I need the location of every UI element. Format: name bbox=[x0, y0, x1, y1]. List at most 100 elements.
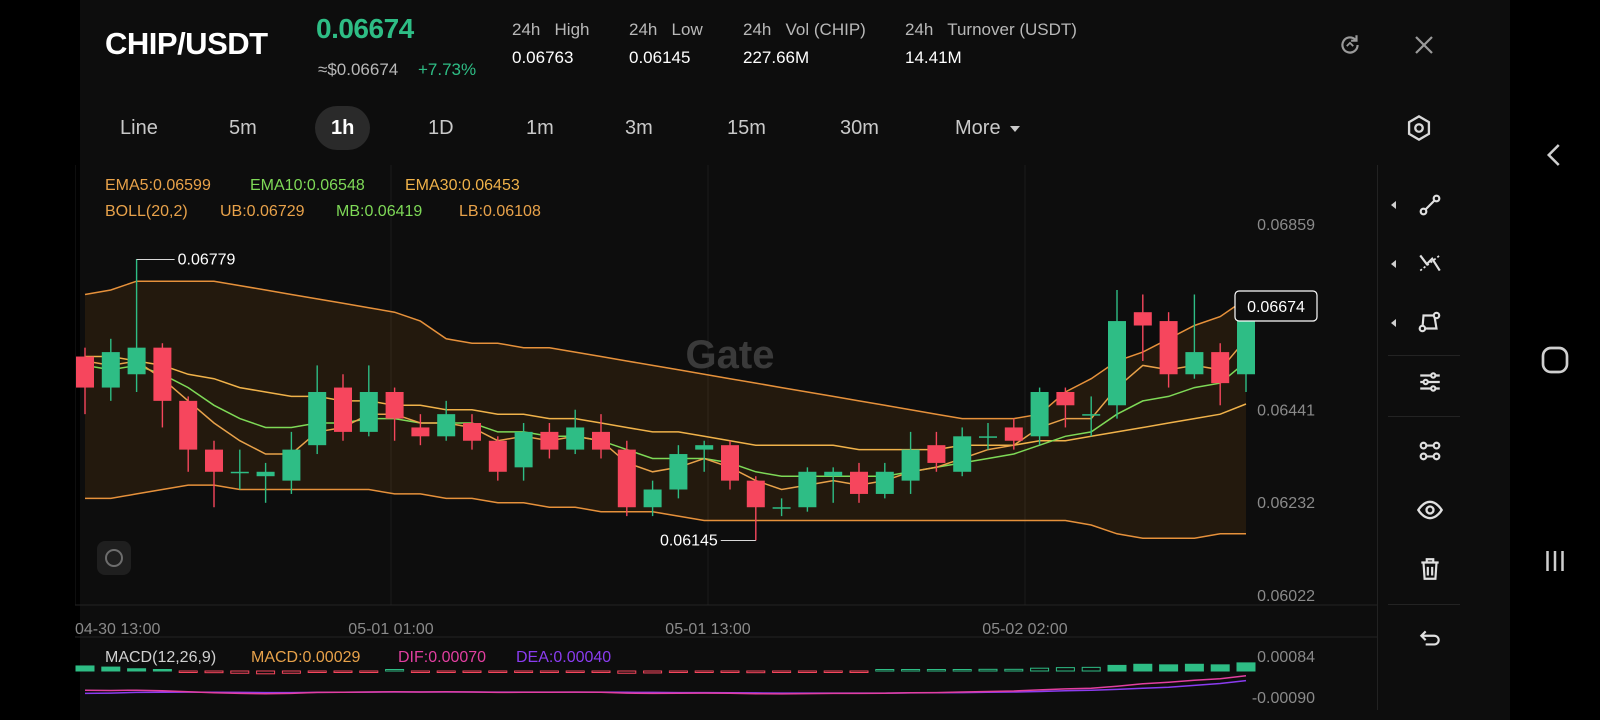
candle-body bbox=[566, 427, 585, 450]
macd-value: MACD:0.00029 bbox=[251, 649, 360, 666]
macd-histogram-bar bbox=[230, 670, 250, 674]
stat-volume-value: 227.66M bbox=[743, 48, 810, 67]
candle-body bbox=[463, 423, 481, 441]
tab-30m[interactable]: 30m bbox=[824, 106, 895, 150]
delete-icon[interactable] bbox=[1412, 551, 1448, 587]
dif-value: DIF:0.00070 bbox=[398, 649, 486, 666]
tab-15m[interactable]: 15m bbox=[711, 106, 782, 150]
shape-tool-icon[interactable] bbox=[1412, 304, 1448, 340]
macd-histogram-bar bbox=[617, 670, 637, 674]
trend-tool-icon[interactable] bbox=[1412, 245, 1448, 281]
macd-histogram-bar bbox=[668, 670, 688, 673]
candle-body bbox=[153, 347, 172, 401]
macd-histogram-bar bbox=[307, 670, 327, 673]
candle-body bbox=[721, 445, 739, 481]
macd-histogram-bar bbox=[1004, 668, 1024, 672]
macd-histogram-bar bbox=[565, 670, 585, 673]
macd-histogram-bar bbox=[204, 670, 224, 674]
candle-body bbox=[334, 387, 352, 432]
macd-histogram-bar bbox=[849, 670, 869, 673]
back-icon[interactable] bbox=[1530, 130, 1580, 180]
candle-body bbox=[437, 414, 456, 437]
candle-body bbox=[514, 431, 533, 468]
candle-body bbox=[617, 449, 636, 508]
x-axis-tick: 04-30 13:00 bbox=[75, 621, 161, 638]
candle-body bbox=[540, 431, 559, 450]
pair-title: CHIP/USDT bbox=[105, 26, 268, 61]
refresh-icon[interactable] bbox=[1335, 30, 1365, 60]
tab-5m[interactable]: 5m bbox=[213, 106, 273, 150]
candle-body bbox=[1159, 321, 1178, 375]
boll-label: BOLL(20,2) bbox=[105, 203, 188, 220]
tab-3m[interactable]: 3m bbox=[609, 106, 669, 150]
candle-body bbox=[488, 440, 507, 472]
candle-body bbox=[1004, 427, 1023, 441]
macd-histogram-bar bbox=[514, 670, 534, 673]
low-marker-label: 0.06145 bbox=[660, 532, 718, 549]
boll-band-fill bbox=[85, 281, 1246, 539]
macd-histogram-bar bbox=[1107, 664, 1127, 672]
macd-axis-tick: 0.00084 bbox=[1257, 649, 1315, 666]
tab-more[interactable]: More bbox=[939, 106, 1036, 150]
rotate-view-button bbox=[97, 541, 131, 575]
undo-icon[interactable] bbox=[1412, 621, 1448, 657]
macd-histogram-bar bbox=[410, 670, 430, 673]
candle-body bbox=[385, 391, 404, 419]
macd-histogram-bar bbox=[281, 670, 301, 674]
home-icon[interactable] bbox=[1530, 335, 1580, 385]
close-icon[interactable] bbox=[1409, 30, 1439, 60]
drawing-toolbar bbox=[1377, 165, 1471, 710]
macd-histogram-bar bbox=[1210, 664, 1230, 672]
macd-histogram-bar bbox=[591, 670, 611, 673]
x-axis-tick: 05-01 13:00 bbox=[665, 621, 751, 638]
macd-histogram-bar bbox=[643, 670, 663, 674]
macd-histogram-bar bbox=[720, 670, 740, 673]
toolbar-divider bbox=[1388, 355, 1460, 356]
candle-body bbox=[850, 471, 868, 494]
tab-1m[interactable]: 1m bbox=[510, 106, 570, 150]
price-change: +7.73% bbox=[418, 60, 477, 79]
candle-body bbox=[411, 427, 430, 437]
tab-1d[interactable]: 1D bbox=[412, 106, 470, 150]
indicator-settings-icon[interactable] bbox=[1412, 364, 1448, 400]
candle-body bbox=[205, 449, 223, 472]
visibility-icon[interactable] bbox=[1412, 492, 1448, 528]
y-axis-tick: 0.06441 bbox=[1257, 402, 1315, 419]
macd-histogram-bar bbox=[333, 670, 353, 673]
boll-upper-label: UB:0.06729 bbox=[220, 203, 305, 220]
macd-title: MACD(12,26,9) bbox=[105, 649, 216, 666]
candle-body bbox=[953, 436, 972, 472]
last-price: 0.06674 bbox=[316, 13, 414, 44]
recent-apps-icon[interactable] bbox=[1530, 536, 1580, 586]
dea-line bbox=[84, 679, 1247, 695]
compare-icon[interactable] bbox=[1412, 433, 1448, 469]
tab-line[interactable]: Line bbox=[104, 106, 174, 150]
macd-histogram-bar bbox=[1184, 663, 1204, 672]
candle-body bbox=[1056, 391, 1075, 406]
y-axis-tick: 0.06022 bbox=[1257, 588, 1315, 605]
macd-histogram-bar bbox=[436, 670, 456, 673]
chart-settings-icon[interactable] bbox=[1403, 112, 1435, 144]
last-price-tag-label: 0.06674 bbox=[1247, 299, 1305, 316]
candle-body bbox=[127, 347, 146, 375]
candle-body bbox=[927, 445, 946, 463]
expand-caret-icon bbox=[1391, 201, 1396, 209]
tab-more-label: More bbox=[955, 117, 1001, 139]
chart-area[interactable]: Gate 0.06779 0.06145 0.06674 0.06859 0.06441 0… bbox=[74, 165, 1470, 710]
candle-body bbox=[695, 445, 714, 450]
stat-volume: 24h Vol (CHIP) 227.66M bbox=[743, 20, 866, 68]
tab-1h[interactable]: 1h bbox=[315, 106, 371, 150]
candle-body bbox=[1185, 352, 1204, 375]
macd-histogram-bar bbox=[1159, 664, 1179, 672]
macd-histogram-bar bbox=[875, 669, 895, 672]
candle-body bbox=[1133, 312, 1152, 326]
candle-body bbox=[230, 471, 249, 474]
drawing-line-icon[interactable] bbox=[1412, 187, 1448, 223]
macd-histogram-bar bbox=[1055, 667, 1075, 672]
caret-down-icon bbox=[1010, 125, 1021, 132]
toolbar-divider bbox=[1388, 604, 1460, 605]
candle-body bbox=[592, 431, 610, 450]
candlestick-chart[interactable]: Gate 0.06779 0.06145 0.06674 0.06859 0.06441 0… bbox=[74, 165, 1470, 710]
boll-lower-label: LB:0.06108 bbox=[459, 203, 541, 220]
ema30-label: EMA30:0.06453 bbox=[405, 177, 520, 194]
